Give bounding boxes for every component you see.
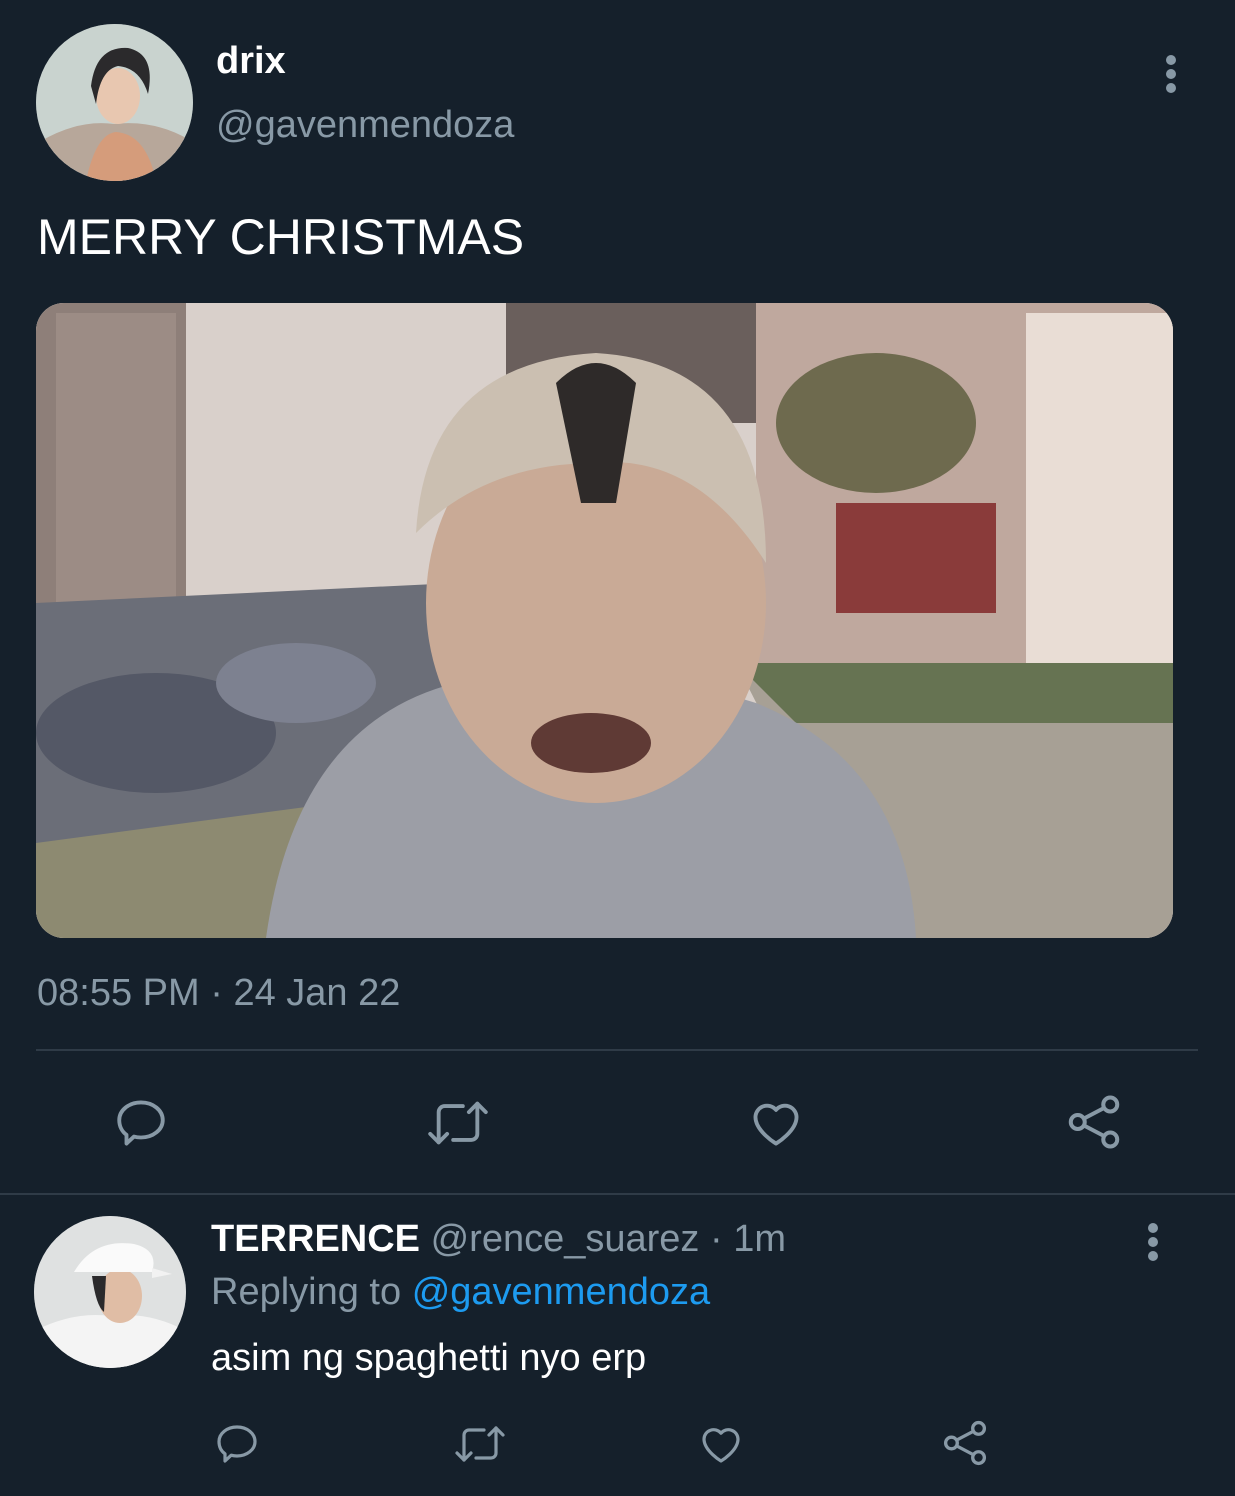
divider-stats <box>36 1049 1198 1051</box>
tweet-media-image[interactable] <box>36 303 1173 938</box>
reply-comment-icon[interactable] <box>213 1420 261 1468</box>
reply-more-vertical-icon[interactable] <box>1140 1222 1166 1262</box>
author-display-name[interactable]: drix <box>216 40 286 83</box>
tweet-date: 24 Jan 22 <box>233 972 401 1014</box>
tweet-text: MERRY CHRISTMAS <box>37 209 525 265</box>
replying-to: Replying to @gavenmendoza <box>211 1271 710 1314</box>
reply-share-icon[interactable] <box>940 1418 990 1468</box>
divider-reply <box>0 1193 1235 1195</box>
replying-to-handle-link[interactable]: @gavenmendoza <box>412 1271 710 1313</box>
retweet-icon[interactable] <box>424 1094 492 1152</box>
comment-icon[interactable] <box>112 1094 170 1152</box>
author-avatar[interactable] <box>36 24 193 181</box>
tweet-timestamp[interactable]: 08:55 PM · 24 Jan 22 <box>37 972 400 1015</box>
reply-heart-icon[interactable] <box>696 1420 746 1468</box>
author-handle[interactable]: @gavenmendoza <box>216 104 514 147</box>
reply-header: TERRENCE @rence_suarez · 1m <box>211 1218 786 1261</box>
timestamp-separator: · <box>210 972 223 1014</box>
more-vertical-icon[interactable] <box>1158 54 1184 94</box>
reply-text: asim ng spaghetti nyo erp <box>211 1337 647 1379</box>
heart-icon[interactable] <box>746 1094 806 1152</box>
reply-display-name[interactable]: TERRENCE <box>211 1218 420 1260</box>
replying-to-label: Replying to <box>211 1271 402 1313</box>
share-icon[interactable] <box>1064 1092 1124 1152</box>
reply-retweet-icon[interactable] <box>452 1420 508 1468</box>
reply-age: · 1m <box>709 1218 786 1260</box>
tweet-time: 08:55 PM <box>37 972 200 1014</box>
reply-author-avatar[interactable] <box>34 1216 186 1368</box>
reply-handle[interactable]: @rence_suarez <box>431 1218 700 1260</box>
